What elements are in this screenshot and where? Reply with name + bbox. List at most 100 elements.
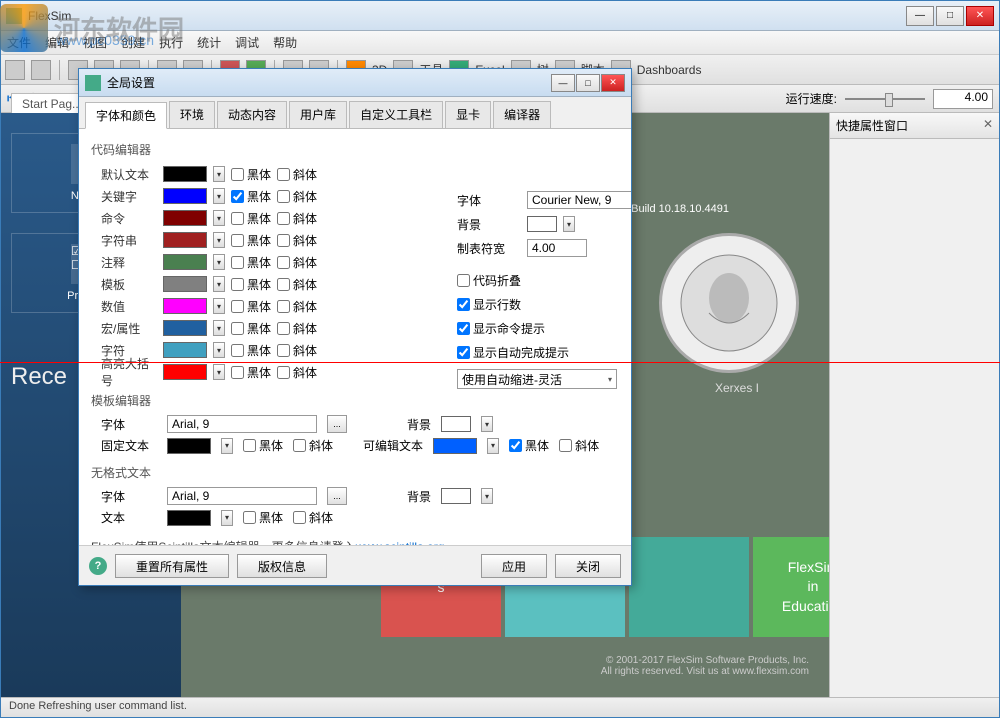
help-icon[interactable]: ? [89,557,107,575]
option-checkbox[interactable]: 显示自动完成提示 [457,344,569,361]
bold-checkbox[interactable]: 黑体 [231,298,271,315]
tab-custom-toolbar[interactable]: 自定义工具栏 [349,101,443,128]
italic-checkbox[interactable]: 斜体 [293,437,333,454]
color-swatch[interactable] [163,364,207,380]
font-browse-button[interactable]: ... [327,487,347,505]
dropdown-icon[interactable]: ▾ [213,342,225,358]
italic-checkbox[interactable]: 斜体 [277,276,317,293]
dialog-close-button[interactable]: ✕ [601,74,625,92]
toolbar-dashboards-label[interactable]: Dashboards [637,63,702,77]
color-swatch[interactable] [163,254,207,270]
fixed-color-swatch[interactable] [167,438,211,454]
dropdown-icon[interactable]: ▾ [213,232,225,248]
speed-slider[interactable] [845,91,925,107]
menu-stats[interactable]: 统计 [197,34,221,51]
template-font-value[interactable]: Arial, 9 [167,415,317,433]
dropdown-icon[interactable]: ▾ [563,216,575,232]
bold-checkbox[interactable]: 黑体 [243,437,283,454]
apply-button[interactable]: 应用 [481,554,547,578]
italic-checkbox[interactable]: 斜体 [277,298,317,315]
italic-checkbox[interactable]: 斜体 [277,166,317,183]
font-browse-button[interactable]: ... [327,415,347,433]
dropdown-icon[interactable]: ▾ [213,320,225,336]
tabwidth-input[interactable] [527,239,587,257]
menu-execute[interactable]: 执行 [159,34,183,51]
bold-checkbox[interactable]: 黑体 [231,342,271,359]
color-swatch[interactable] [163,342,207,358]
dropdown-icon[interactable]: ▾ [487,438,499,454]
dropdown-icon[interactable]: ▾ [213,276,225,292]
dropdown-icon[interactable]: ▾ [481,488,493,504]
bold-checkbox[interactable]: 黑体 [231,188,271,205]
italic-checkbox[interactable]: 斜体 [277,342,317,359]
reset-all-button[interactable]: 重置所有属性 [115,554,229,578]
dropdown-icon[interactable]: ▾ [221,510,233,526]
bold-checkbox[interactable]: 黑体 [231,320,271,337]
bg-color-swatch[interactable] [441,488,471,504]
minimize-button[interactable]: — [906,6,934,26]
bold-checkbox[interactable]: 黑体 [509,437,549,454]
close-button[interactable]: ✕ [966,6,994,26]
dropdown-icon[interactable]: ▾ [213,166,225,182]
menu-file[interactable]: 文件 [7,34,31,51]
option-checkbox[interactable]: 显示行数 [457,296,521,313]
dropdown-icon[interactable]: ▾ [213,298,225,314]
italic-checkbox[interactable]: 斜体 [277,188,317,205]
color-swatch[interactable] [163,276,207,292]
italic-checkbox[interactable]: 斜体 [277,210,317,227]
color-swatch[interactable] [163,188,207,204]
dropdown-icon[interactable]: ▾ [213,210,225,226]
bg-color-swatch[interactable] [441,416,471,432]
dropdown-icon[interactable]: ▾ [221,438,233,454]
properties-close-icon[interactable]: ✕ [983,117,993,134]
tab-dynamic[interactable]: 动态内容 [217,101,287,128]
bold-checkbox[interactable]: 黑体 [231,254,271,271]
menu-help[interactable]: 帮助 [273,34,297,51]
dropdown-icon[interactable]: ▾ [213,188,225,204]
editable-color-swatch[interactable] [433,438,477,454]
font-value[interactable]: Courier New, 9 [527,191,631,209]
plain-font-value[interactable]: Arial, 9 [167,487,317,505]
dropdown-icon[interactable]: ▾ [213,364,225,380]
bold-checkbox[interactable]: 黑体 [231,166,271,183]
italic-checkbox[interactable]: 斜体 [277,364,317,381]
speed-value[interactable]: 4.00 [933,89,993,109]
tile-education[interactable]: FlexSim in Education [753,537,829,637]
italic-checkbox[interactable]: 斜体 [277,320,317,337]
color-swatch[interactable] [163,298,207,314]
tab-userlib[interactable]: 用户库 [289,101,347,128]
bold-checkbox[interactable]: 黑体 [243,509,283,526]
option-checkbox[interactable]: 代码折叠 [457,272,521,289]
dialog-maximize-button[interactable]: □ [576,74,600,92]
menu-debug[interactable]: 调试 [235,34,259,51]
color-swatch[interactable] [163,232,207,248]
color-swatch[interactable] [163,166,207,182]
tab-fonts-colors[interactable]: 字体和颜色 [85,102,167,129]
auto-indent-combo[interactable]: 使用自动缩进-灵活▾ [457,369,617,389]
maximize-button[interactable]: □ [936,6,964,26]
tab-graphics[interactable]: 显卡 [445,101,491,128]
toolbar-icon[interactable] [31,60,51,80]
toolbar-icon[interactable] [5,60,25,80]
italic-checkbox[interactable]: 斜体 [559,437,599,454]
bold-checkbox[interactable]: 黑体 [231,210,271,227]
italic-checkbox[interactable]: 斜体 [277,232,317,249]
bg-color-swatch[interactable] [527,216,557,232]
color-swatch[interactable] [163,210,207,226]
version-info-button[interactable]: 版权信息 [237,554,327,578]
dialog-minimize-button[interactable]: — [551,74,575,92]
bold-checkbox[interactable]: 黑体 [231,364,271,381]
dropdown-icon[interactable]: ▾ [213,254,225,270]
italic-checkbox[interactable]: 斜体 [277,254,317,271]
bold-checkbox[interactable]: 黑体 [231,232,271,249]
tab-environment[interactable]: 环境 [169,101,215,128]
tab-compiler[interactable]: 编译器 [493,101,551,128]
close-button[interactable]: 关闭 [555,554,621,578]
tile[interactable] [629,537,749,637]
italic-checkbox[interactable]: 斜体 [293,509,333,526]
color-swatch[interactable] [163,320,207,336]
bold-checkbox[interactable]: 黑体 [231,276,271,293]
dropdown-icon[interactable]: ▾ [481,416,493,432]
option-checkbox[interactable]: 显示命令提示 [457,320,545,337]
text-color-swatch[interactable] [167,510,211,526]
